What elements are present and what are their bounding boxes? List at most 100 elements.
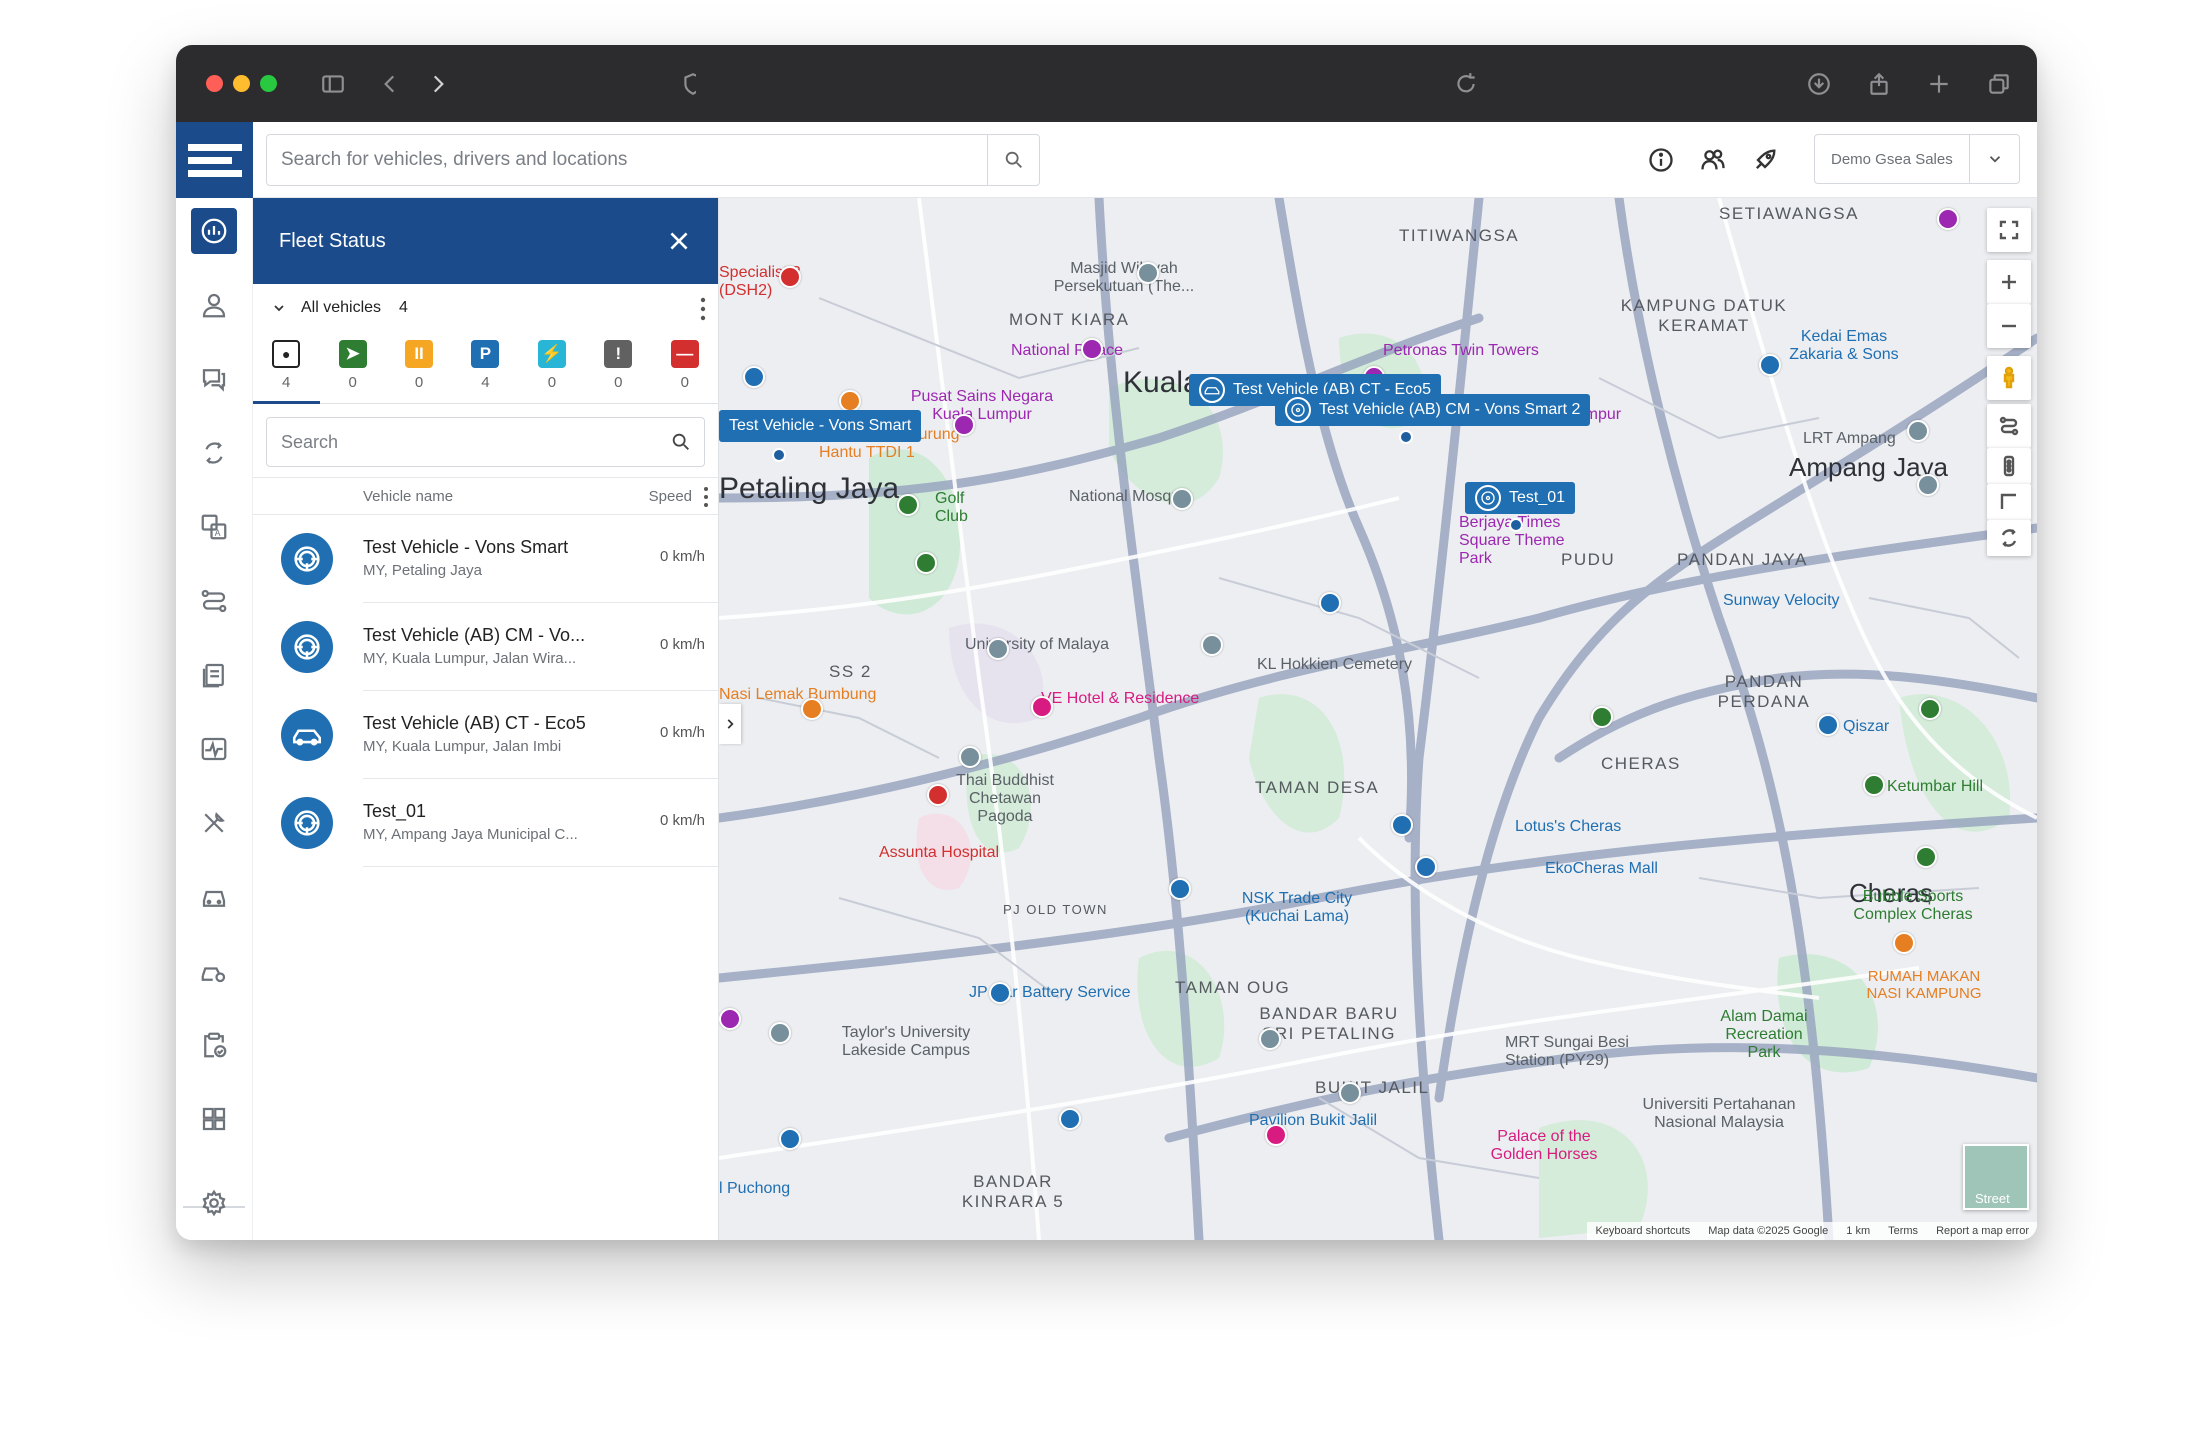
shopping-icon[interactable] xyxy=(1817,714,1839,736)
sidebar-item-translate[interactable]: A xyxy=(191,504,237,550)
col-speed[interactable]: Speed xyxy=(649,488,692,505)
golf-icon[interactable] xyxy=(897,494,919,516)
park-icon[interactable] xyxy=(1591,706,1613,728)
golf-icon[interactable] xyxy=(915,552,937,574)
vehicle-tag-vons-smart[interactable]: Test Vehicle - Vons Smart xyxy=(719,410,922,442)
restaurant-icon[interactable] xyxy=(1893,932,1915,954)
maximize-window-button[interactable] xyxy=(260,75,277,92)
sidebar-item-settings[interactable] xyxy=(191,1180,237,1226)
vehicle-tag-test01[interactable]: Test_01 xyxy=(1465,482,1576,514)
route-tool-button[interactable] xyxy=(1987,404,2031,448)
report-error-link[interactable]: Report a map error xyxy=(1936,1225,2029,1237)
shopping-icon[interactable] xyxy=(1415,856,1437,878)
sidebar-item-maintenance[interactable] xyxy=(191,800,237,846)
terms-link[interactable]: Terms xyxy=(1888,1225,1918,1237)
url-bar[interactable] xyxy=(696,63,1486,103)
download-icon[interactable] xyxy=(1802,67,1836,101)
status-filter-charging[interactable]: ⚡ 0 xyxy=(519,332,585,403)
status-filter-alert[interactable]: ! 0 xyxy=(585,332,651,403)
measure-tool-button[interactable] xyxy=(1987,484,2031,520)
temple-icon[interactable] xyxy=(959,746,981,768)
status-filter-parked[interactable]: P4 xyxy=(452,332,518,403)
close-window-button[interactable] xyxy=(206,75,223,92)
reload-icon[interactable] xyxy=(1449,67,1483,101)
new-tab-icon[interactable] xyxy=(1922,67,1956,101)
sidebar-item-widgets[interactable] xyxy=(191,1096,237,1142)
traffic-layer-button[interactable] xyxy=(1987,448,2031,484)
chevron-down-icon[interactable] xyxy=(1969,135,2019,183)
vehicle-row[interactable]: Test Vehicle (AB) CT - Eco5 MY, Kuala Lum… xyxy=(253,691,718,779)
palace-icon[interactable] xyxy=(1081,338,1103,360)
account-selector[interactable]: Demo Gsea Sales xyxy=(1814,134,2020,184)
pegman-button[interactable] xyxy=(1987,356,2031,400)
sidebar-item-routes[interactable] xyxy=(191,430,237,476)
chevron-down-icon[interactable] xyxy=(271,300,287,316)
sidebar-item-vehicle-settings[interactable] xyxy=(191,948,237,994)
panel-expand-tab[interactable] xyxy=(719,704,741,744)
minimize-window-button[interactable] xyxy=(233,75,250,92)
status-filter-offline[interactable]: —0 xyxy=(652,332,718,403)
park-icon[interactable] xyxy=(1919,698,1941,720)
transit-icon[interactable] xyxy=(1259,1028,1281,1050)
close-icon[interactable] xyxy=(666,228,692,254)
forward-icon[interactable] xyxy=(421,67,455,101)
transit-icon[interactable] xyxy=(1907,420,1929,442)
shopping-icon[interactable] xyxy=(779,1128,801,1150)
refresh-map-button[interactable] xyxy=(1987,520,2031,556)
vehicle-tag-vons-smart-2[interactable]: Test Vehicle (AB) CM - Vons Smart 2 xyxy=(1275,394,1591,426)
status-filter-moving[interactable]: ➤ 0 xyxy=(319,332,385,403)
sidebar-item-vehicles[interactable] xyxy=(191,874,237,920)
zoom-in-button[interactable] xyxy=(1987,260,2031,304)
park-icon[interactable] xyxy=(1915,846,1937,868)
search-icon[interactable] xyxy=(987,135,1039,185)
shopping-icon[interactable] xyxy=(743,366,765,388)
sidebar-item-dashboard[interactable] xyxy=(191,208,237,254)
vehicle-marker[interactable] xyxy=(1399,430,1413,444)
sidebar-item-drivers[interactable] xyxy=(191,282,237,328)
shopping-icon[interactable] xyxy=(1059,1108,1081,1130)
shopping-icon[interactable] xyxy=(989,982,1011,1004)
more-options-icon[interactable] xyxy=(698,296,708,322)
sidebar-item-inspections[interactable] xyxy=(191,1022,237,1068)
landmark-icon[interactable] xyxy=(1937,208,1959,230)
restaurant-icon[interactable] xyxy=(801,698,823,720)
shopping-cart-icon[interactable] xyxy=(1169,878,1191,900)
mosque-icon[interactable] xyxy=(1137,262,1159,284)
rocket-icon[interactable] xyxy=(1747,142,1783,178)
vehicle-row[interactable]: Test Vehicle - Vons Smart MY, Petaling Ja… xyxy=(253,515,718,603)
status-filter-all[interactable]: ● 4 xyxy=(253,332,319,403)
app-logo[interactable] xyxy=(176,122,253,198)
restaurant-icon[interactable] xyxy=(839,390,861,412)
status-filter-idle[interactable]: II 0 xyxy=(386,332,452,403)
col-vehicle-name[interactable]: Vehicle name xyxy=(363,488,453,505)
search-icon[interactable] xyxy=(658,431,704,453)
school-icon[interactable] xyxy=(1339,1082,1361,1104)
park-icon[interactable] xyxy=(1863,774,1885,796)
map-type-toggle[interactable]: Street xyxy=(1963,1144,2029,1210)
sidebar-item-trips[interactable] xyxy=(191,578,237,624)
vehicle-marker[interactable] xyxy=(772,448,786,462)
school-icon[interactable] xyxy=(769,1022,791,1044)
school-icon[interactable] xyxy=(987,638,1009,660)
map-view[interactable]: Kuala Petaling Jaya Ampang Jaya Cheras T… xyxy=(719,198,2037,1240)
global-search-input[interactable] xyxy=(267,135,987,185)
back-icon[interactable] xyxy=(373,67,407,101)
temple-icon[interactable] xyxy=(1917,474,1939,496)
vehicle-marker[interactable] xyxy=(1509,518,1523,532)
share-icon[interactable] xyxy=(1862,67,1896,101)
shopping-cart-icon[interactable] xyxy=(1391,814,1413,836)
hotel-icon[interactable] xyxy=(1031,696,1053,718)
sidebar-toggle-icon[interactable] xyxy=(316,67,350,101)
fullscreen-button[interactable] xyxy=(1987,208,2031,252)
shopping-icon[interactable] xyxy=(1319,592,1341,614)
museum-icon[interactable] xyxy=(953,414,975,436)
info-icon[interactable] xyxy=(1643,142,1679,178)
mosque-icon[interactable] xyxy=(1171,488,1193,510)
zoom-out-button[interactable] xyxy=(1987,304,2031,348)
users-icon[interactable] xyxy=(1695,142,1731,178)
shopping-icon[interactable] xyxy=(1759,354,1781,376)
hospital-icon[interactable] xyxy=(779,266,801,288)
sidebar-item-messages[interactable] xyxy=(191,356,237,402)
tab-overview-icon[interactable] xyxy=(1982,67,2016,101)
keyboard-shortcuts-link[interactable]: Keyboard shortcuts xyxy=(1595,1225,1690,1237)
